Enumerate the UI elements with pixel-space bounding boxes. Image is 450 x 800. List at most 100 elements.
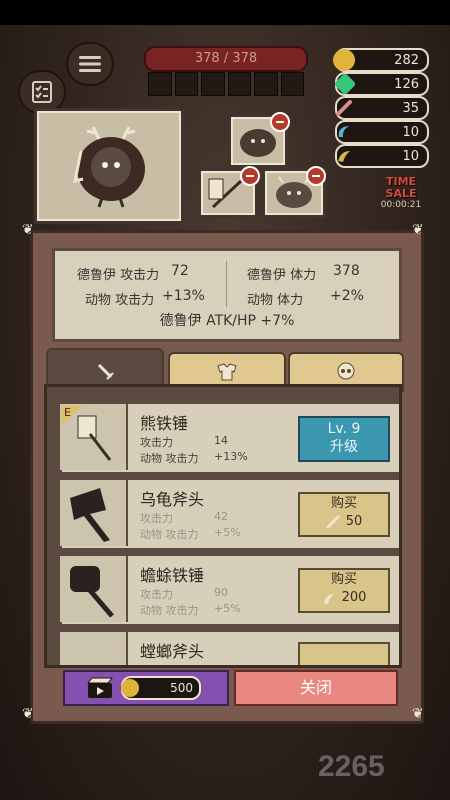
resource-gold: 282 [333, 48, 429, 72]
remove-pet-button[interactable] [270, 112, 290, 132]
horn-icon [323, 594, 334, 604]
animal-atk-value: +5% [214, 602, 241, 615]
item-thumbnail [60, 556, 128, 622]
animal-atk-value: +13% [214, 450, 248, 463]
equipment-slots [148, 72, 304, 96]
slot[interactable] [254, 72, 278, 96]
druid-atk-label: 德鲁伊 攻击力 [77, 268, 160, 283]
buy-label: 购买 [330, 496, 357, 511]
turtle-axe-silhouette-icon [70, 488, 110, 542]
buy-label: 购买 [330, 572, 357, 587]
weapon-list[interactable]: E 熊铁锤 攻击力 14 动物 攻击力 +13% Lv. 9 升级 乌龟斧头 攻… [44, 384, 402, 668]
animal-atk-label: 动物 攻击力 [85, 293, 155, 308]
atk-value: 90 [214, 586, 228, 599]
druid-atk-value: 72 [171, 263, 189, 279]
list-item[interactable]: 蟾蜍铁锤 攻击力 90 动物 攻击力 +5% 购买 200 [59, 553, 399, 627]
price: 50 [345, 514, 363, 529]
item-thumbnail [60, 632, 128, 665]
resource-value: 10 [402, 148, 419, 164]
resource-horn: 10 [335, 144, 429, 168]
bone-icon [326, 515, 340, 529]
resource-gem: 126 [333, 72, 429, 96]
bone-icon [336, 100, 352, 116]
atk-value: 14 [214, 434, 228, 447]
watermark: 2265 [318, 750, 385, 783]
armor-icon [217, 363, 237, 381]
item-name: 熊铁锤 [140, 414, 189, 433]
close-button[interactable]: 关闭 [234, 670, 398, 706]
resource-value: 10 [402, 124, 419, 140]
toad-hammer-silhouette-icon [70, 566, 114, 618]
slot[interactable] [280, 72, 304, 96]
close-label: 关闭 [299, 678, 332, 697]
corner-ornament-icon: ❦ [22, 222, 34, 238]
skull-icon [337, 362, 355, 380]
video-cost-value: 500 [170, 681, 193, 695]
druid-hp-value: 378 [333, 263, 360, 279]
time-sale-label: TIME SALE [385, 175, 417, 200]
price: 200 [341, 590, 367, 605]
resource-value: 35 [402, 100, 419, 116]
slot[interactable] [201, 72, 225, 96]
animal-atk-value: +13% [162, 288, 205, 304]
druid-character-icon [73, 126, 145, 208]
buy-button[interactable]: 购买 50 [298, 492, 390, 537]
corner-ornament-icon: ❦ [22, 706, 34, 722]
corner-ornament-icon: ❦ [412, 222, 424, 238]
checklist-icon [32, 81, 52, 103]
animal-atk-value: +5% [214, 526, 241, 539]
atk-label: 攻击力 [140, 588, 173, 601]
remove-pet-button[interactable] [306, 166, 326, 186]
resource-bone: 35 [335, 96, 429, 120]
gold-coin-icon [121, 679, 139, 697]
stats-box: 德鲁伊 攻击力 72 德鲁伊 体力 378 动物 攻击力 +13% 动物 体力 … [52, 248, 402, 342]
time-sale[interactable]: TIME SALE 00:00:21 [376, 175, 426, 211]
list-item[interactable]: E 熊铁锤 攻击力 14 动物 攻击力 +13% Lv. 9 升级 [59, 401, 399, 475]
horn-icon [338, 151, 350, 162]
animal-atk-label: 动物 攻击力 [140, 452, 199, 465]
buy-button[interactable]: 购买 200 [298, 568, 390, 613]
animal-hp-value: +2% [330, 288, 364, 304]
slot[interactable] [174, 72, 198, 96]
video-cost: 500 [121, 676, 201, 700]
remove-weapon-button[interactable] [240, 166, 260, 186]
item-name: 乌龟斧头 [140, 490, 205, 509]
level-text: Lv. 9 [327, 421, 361, 437]
slot[interactable] [148, 72, 172, 96]
corner-ornament-icon: ❦ [412, 706, 424, 722]
hp-bar: 378 / 378 [144, 46, 308, 72]
stats-divider [226, 261, 227, 307]
item-thumbnail [60, 480, 128, 546]
hamburger-icon [79, 56, 101, 72]
atk-label: 攻击力 [140, 512, 173, 525]
slot[interactable] [227, 72, 251, 96]
video-ad-button[interactable]: 500 [63, 670, 229, 706]
hp-text: 378 / 378 [194, 51, 258, 66]
gold-coin-icon [333, 49, 355, 71]
sword-icon [97, 363, 114, 380]
bonus-text: 德鲁伊 ATK/HP +7% [159, 313, 295, 329]
status-bar [0, 0, 450, 25]
menu-button[interactable] [66, 42, 114, 86]
atk-label: 攻击力 [140, 436, 173, 449]
item-thumbnail: E [60, 404, 128, 470]
claw-icon [338, 126, 349, 137]
animal-hp-label: 动物 体力 [247, 293, 304, 308]
resource-claw: 10 [335, 120, 429, 144]
upgrade-button[interactable]: Lv. 9 升级 [298, 416, 390, 462]
film-clapper-icon [87, 677, 113, 698]
druid-hp-label: 德鲁伊 体力 [247, 268, 317, 283]
list-item[interactable]: 螳螂斧头 [59, 629, 399, 665]
time-sale-timer: 00:00:21 [380, 200, 422, 210]
animal-atk-label: 动物 攻击力 [140, 528, 199, 541]
atk-value: 42 [214, 510, 228, 523]
buy-button[interactable] [298, 642, 390, 665]
druid-portrait-card[interactable] [34, 108, 184, 224]
upgrade-label: 升级 [330, 439, 358, 455]
item-name: 蟾蜍铁锤 [140, 566, 205, 585]
item-name: 螳螂斧头 [140, 642, 205, 661]
resource-value: 126 [394, 76, 419, 92]
list-item[interactable]: 乌龟斧头 攻击力 42 动物 攻击力 +5% 购买 50 [59, 477, 399, 551]
resource-value: 282 [394, 52, 419, 68]
animal-atk-label: 动物 攻击力 [140, 604, 199, 617]
